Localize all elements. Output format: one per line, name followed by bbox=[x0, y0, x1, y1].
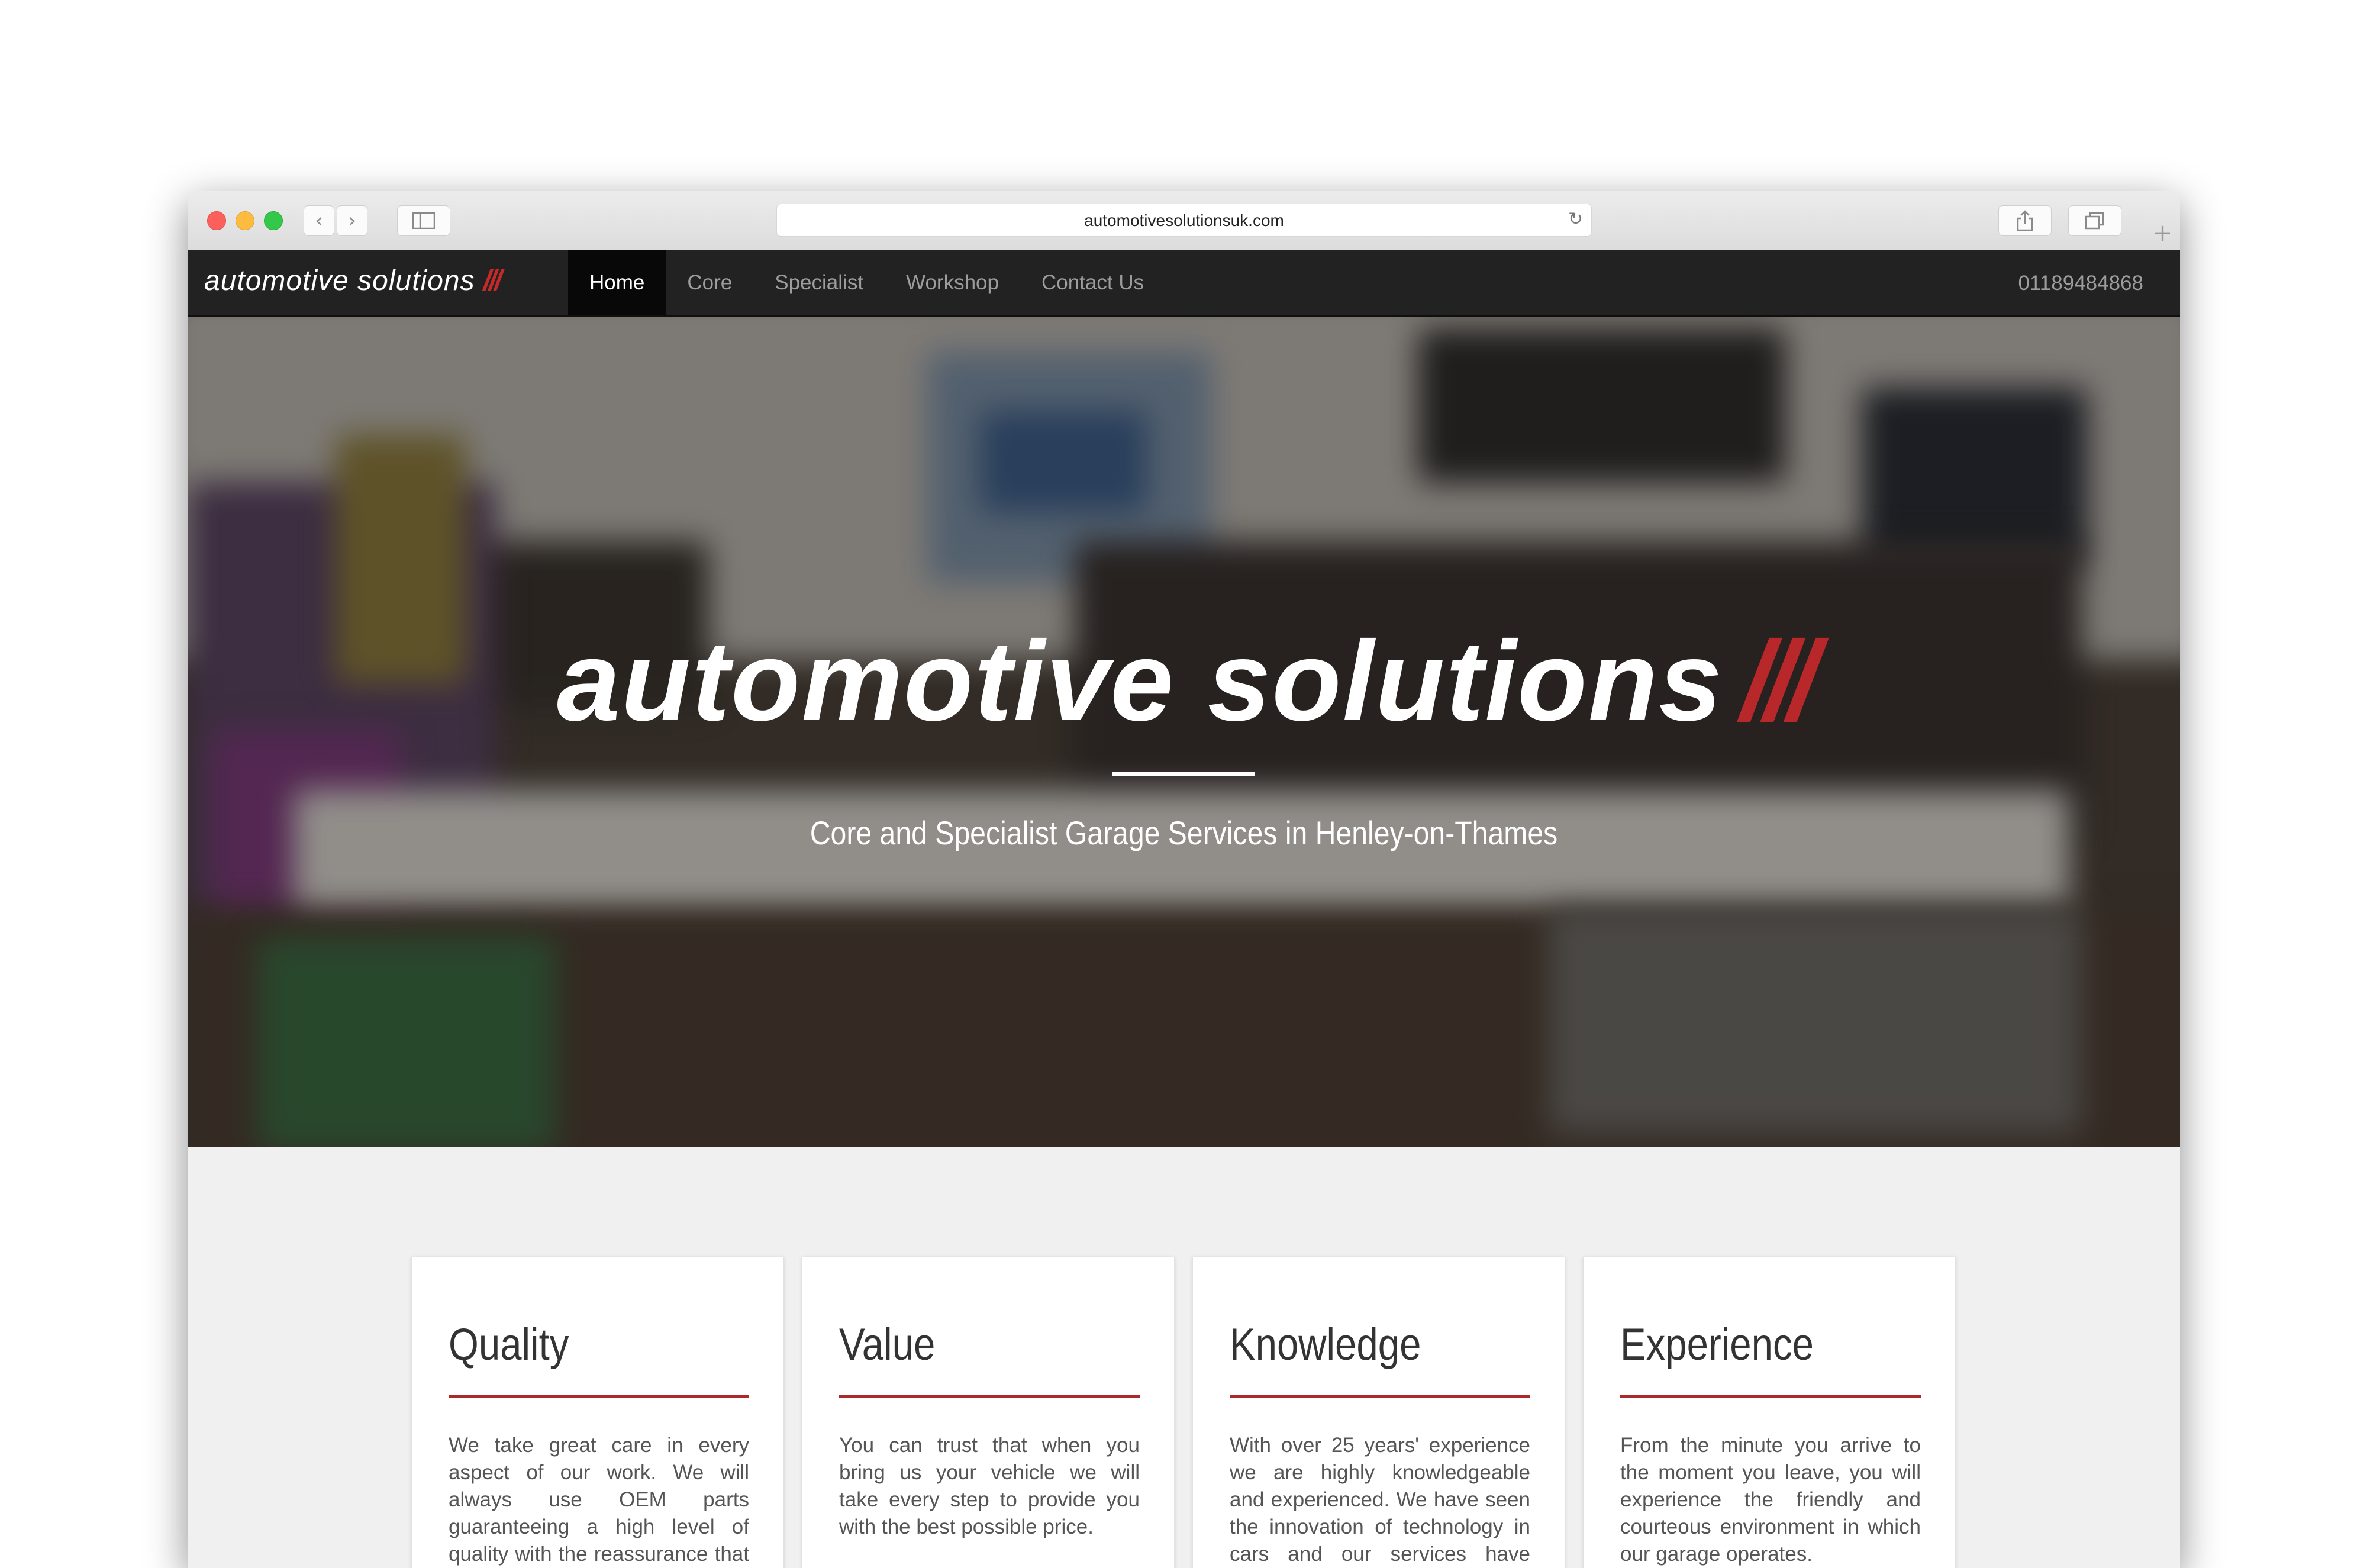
nav-item-core[interactable]: Core bbox=[666, 250, 753, 315]
card-text: From the minute you arrive to the moment… bbox=[1620, 1434, 1921, 1566]
features-section: Quality We take great care in every aspe… bbox=[188, 1147, 2180, 1568]
card-title: Value bbox=[839, 1319, 936, 1370]
phone-number[interactable]: 01189484868 bbox=[2018, 272, 2143, 295]
card-title: Knowledge bbox=[1230, 1319, 1421, 1370]
share-button[interactable] bbox=[1998, 205, 2052, 236]
new-tab-plus-icon: + bbox=[2152, 219, 2173, 247]
feature-card-knowledge: Knowledge With over 25 years' experience… bbox=[1192, 1257, 1565, 1568]
url-text: automotivesolutionsuk.com bbox=[1084, 211, 1284, 230]
hero-tagline: Core and Specialist Garage Services in H… bbox=[810, 814, 1558, 851]
nav-item-workshop[interactable]: Workshop bbox=[885, 250, 1020, 315]
brand-slashes: /// bbox=[483, 265, 502, 296]
hero-logo-slashes: /// bbox=[1740, 617, 1819, 744]
tabs-icon bbox=[2085, 212, 2104, 230]
address-bar[interactable]: automotivesolutionsuk.com ↻ bbox=[776, 204, 1592, 237]
zoom-window-button[interactable] bbox=[264, 211, 283, 230]
card-divider bbox=[1230, 1395, 1530, 1398]
card-text: With over 25 years' experience we are hi… bbox=[1230, 1434, 1530, 1566]
back-arrow-icon: ‹ bbox=[315, 209, 323, 233]
hero-banner: automotive solutions/// Core and Special… bbox=[188, 317, 2180, 1147]
sidebar-icon bbox=[412, 212, 435, 229]
card-title: Quality bbox=[449, 1319, 569, 1370]
browser-window: ‹ › automotivesolutionsuk.com ↻ + automo… bbox=[188, 191, 2180, 1568]
forward-arrow-icon: › bbox=[348, 209, 356, 233]
card-divider bbox=[449, 1395, 749, 1398]
site-navbar: automotive solutions /// Home Core Speci… bbox=[188, 250, 2180, 317]
feature-card-quality: Quality We take great care in every aspe… bbox=[411, 1257, 784, 1568]
card-title: Experience bbox=[1620, 1319, 1814, 1370]
card-text: We take great care in every aspect of ou… bbox=[449, 1434, 749, 1566]
minimize-window-button[interactable] bbox=[236, 211, 254, 230]
hero-logo: automotive solutions/// bbox=[188, 624, 2180, 738]
share-icon bbox=[2017, 210, 2033, 231]
show-tabs-button[interactable] bbox=[2068, 205, 2121, 236]
card-divider bbox=[1620, 1395, 1921, 1398]
card-divider bbox=[839, 1395, 1140, 1398]
brand-logo[interactable]: automotive solutions /// bbox=[204, 264, 502, 297]
nav-item-contact-us[interactable]: Contact Us bbox=[1020, 250, 1165, 315]
card-text: You can trust that when you bring us you… bbox=[839, 1434, 1140, 1538]
new-tab-button[interactable]: + bbox=[2145, 215, 2180, 250]
sidebar-toggle-button[interactable] bbox=[397, 205, 450, 236]
close-window-button[interactable] bbox=[207, 211, 226, 230]
browser-toolbar: ‹ › automotivesolutionsuk.com ↻ + bbox=[188, 191, 2180, 251]
hero-logo-text: automotive solutions bbox=[557, 617, 1723, 744]
hero-divider bbox=[1112, 772, 1255, 776]
nav-item-specialist[interactable]: Specialist bbox=[753, 250, 885, 315]
feature-card-value: Value You can trust that when you bring … bbox=[802, 1257, 1175, 1568]
forward-button[interactable]: › bbox=[337, 205, 367, 236]
feature-card-experience: Experience From the minute you arrive to… bbox=[1583, 1257, 1956, 1568]
nav-item-home[interactable]: Home bbox=[568, 250, 666, 315]
brand-name: automotive solutions bbox=[204, 265, 475, 296]
reload-icon[interactable]: ↻ bbox=[1568, 209, 1583, 230]
nav-menu: Home Core Specialist Workshop Contact Us bbox=[568, 250, 1165, 315]
back-button[interactable]: ‹ bbox=[304, 205, 334, 236]
